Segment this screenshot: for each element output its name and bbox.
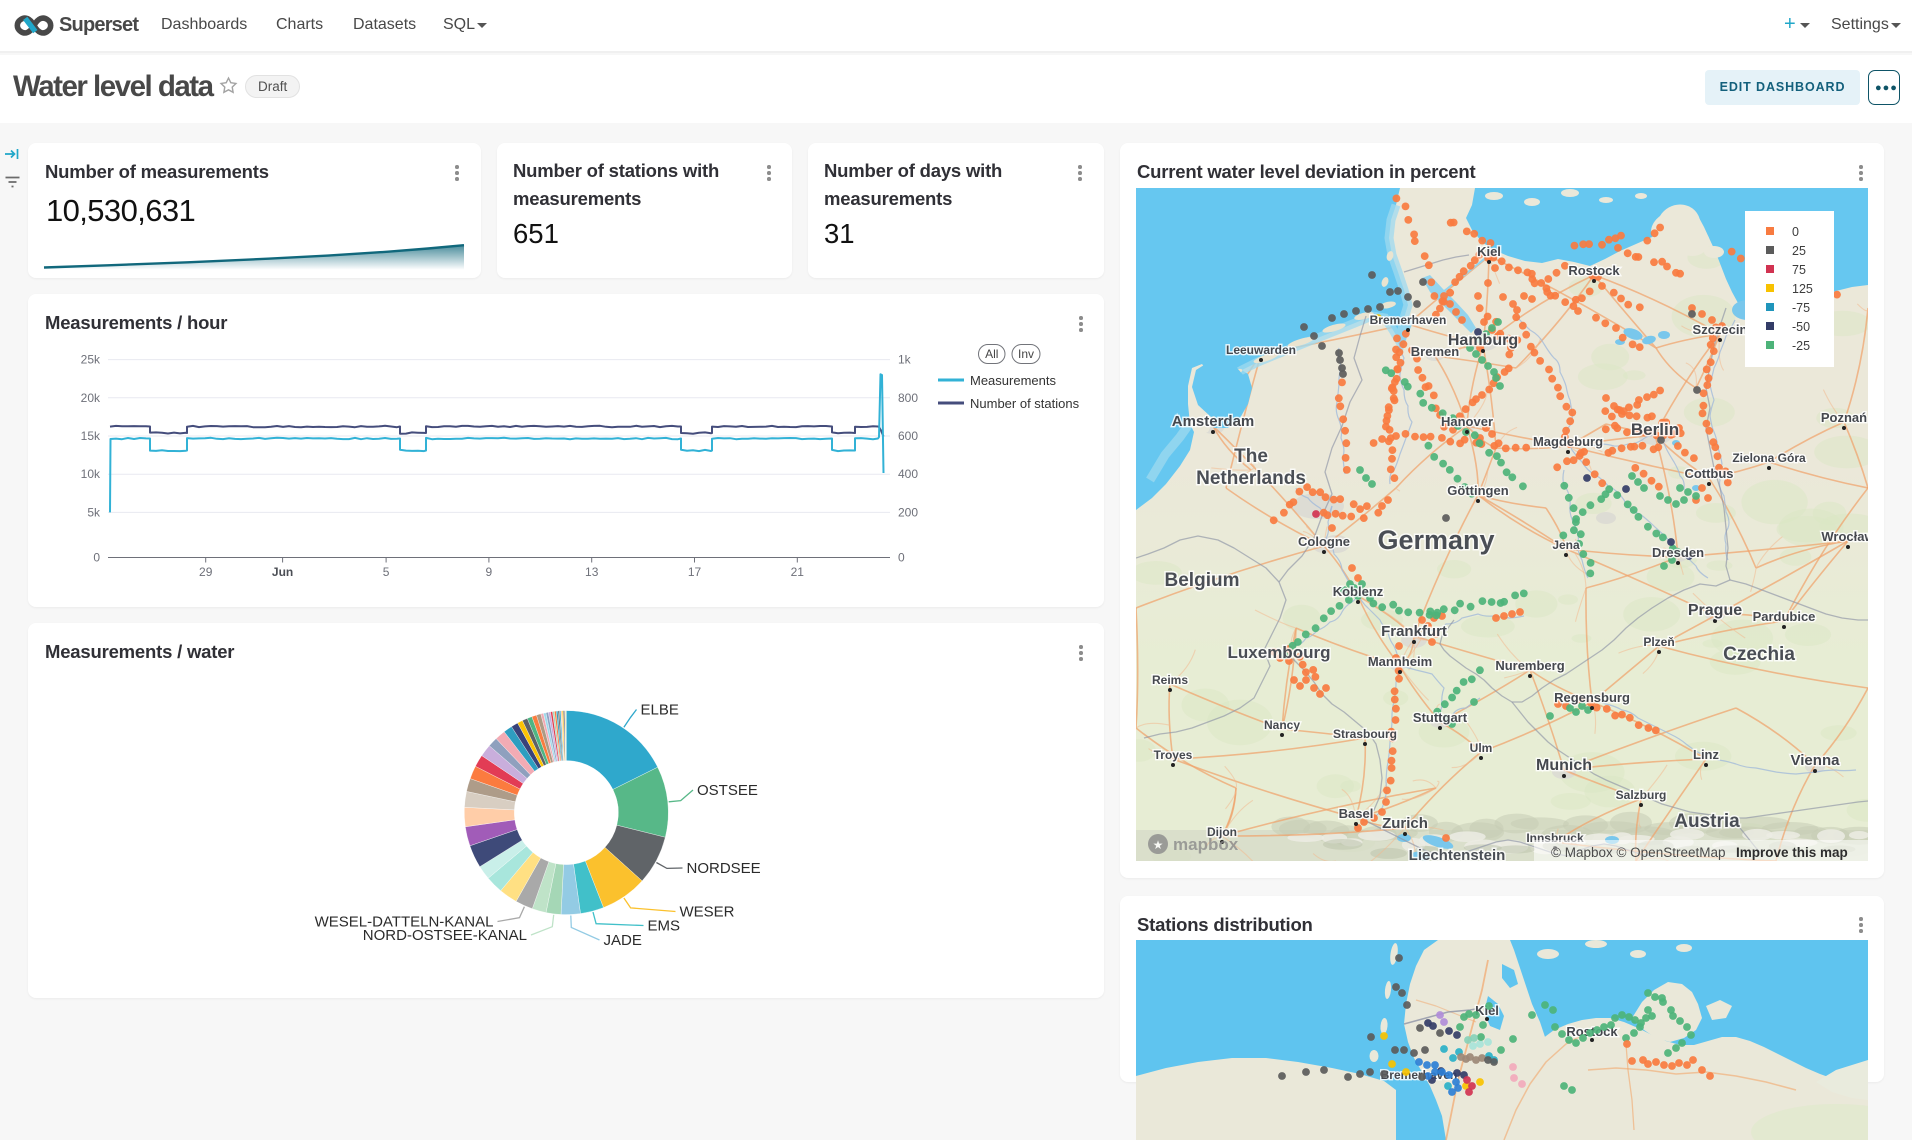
svg-text:Czechia: Czechia bbox=[1723, 644, 1795, 665]
svg-text:Dresden: Dresden bbox=[1652, 545, 1704, 560]
svg-text:0: 0 bbox=[1792, 225, 1799, 239]
svg-text:Berlin: Berlin bbox=[1631, 420, 1679, 439]
svg-text:EMS: EMS bbox=[648, 918, 681, 935]
svg-text:Ulm: Ulm bbox=[1470, 741, 1493, 755]
svg-text:Measurements: Measurements bbox=[970, 373, 1056, 388]
svg-text:Jena: Jena bbox=[1552, 538, 1580, 552]
svg-text:Improve this map: Improve this map bbox=[1736, 845, 1848, 860]
svg-text:Bremerhaven: Bremerhaven bbox=[1370, 313, 1447, 327]
svg-text:9: 9 bbox=[486, 565, 493, 579]
svg-text:-75: -75 bbox=[1792, 301, 1810, 315]
svg-text:21: 21 bbox=[791, 565, 805, 579]
svg-text:800: 800 bbox=[898, 391, 918, 405]
svg-text:Basel: Basel bbox=[1339, 806, 1374, 821]
svg-text:Poznań: Poznań bbox=[1821, 410, 1867, 425]
svg-text:Amsterdam: Amsterdam bbox=[1172, 413, 1255, 430]
svg-text:Belgium: Belgium bbox=[1165, 570, 1240, 591]
svg-text:0: 0 bbox=[898, 551, 905, 565]
svg-text:5k: 5k bbox=[87, 505, 101, 519]
svg-text:Nuremberg: Nuremberg bbox=[1495, 658, 1564, 673]
svg-text:NORDSEE: NORDSEE bbox=[687, 860, 761, 877]
svg-text:Koblenz: Koblenz bbox=[1333, 584, 1384, 599]
svg-text:The: The bbox=[1234, 446, 1268, 467]
svg-text:Liechtenstein: Liechtenstein bbox=[1409, 847, 1506, 861]
svg-text:★: ★ bbox=[1153, 838, 1164, 852]
svg-text:Mannheim: Mannheim bbox=[1368, 654, 1432, 669]
svg-text:Regensburg: Regensburg bbox=[1554, 690, 1630, 705]
svg-text:17: 17 bbox=[688, 565, 702, 579]
svg-text:Zielona Góra: Zielona Góra bbox=[1732, 451, 1806, 465]
svg-text:75: 75 bbox=[1792, 263, 1806, 277]
svg-text:Wrocław: Wrocław bbox=[1821, 529, 1868, 544]
svg-text:Rostock: Rostock bbox=[1568, 263, 1620, 278]
svg-text:Jun: Jun bbox=[272, 565, 293, 579]
svg-text:25: 25 bbox=[1792, 244, 1806, 258]
svg-text:Munich: Munich bbox=[1536, 757, 1592, 774]
svg-text:Pardubice: Pardubice bbox=[1753, 609, 1816, 624]
svg-text:13: 13 bbox=[585, 565, 599, 579]
svg-text:Bremen: Bremen bbox=[1411, 344, 1459, 359]
svg-text:WESER: WESER bbox=[680, 904, 735, 921]
svg-text:Vienna: Vienna bbox=[1791, 752, 1841, 769]
svg-text:400: 400 bbox=[898, 467, 918, 481]
svg-text:20k: 20k bbox=[81, 391, 101, 405]
svg-text:OSTSEE: OSTSEE bbox=[697, 782, 758, 799]
svg-text:Szczecin: Szczecin bbox=[1693, 322, 1748, 337]
svg-text:600: 600 bbox=[898, 429, 918, 443]
svg-text:0: 0 bbox=[93, 551, 100, 565]
svg-text:Kiel: Kiel bbox=[1477, 244, 1501, 259]
svg-text:-25: -25 bbox=[1792, 339, 1810, 353]
svg-text:Leeuwarden: Leeuwarden bbox=[1226, 343, 1296, 357]
svg-text:Göttingen: Göttingen bbox=[1447, 483, 1508, 498]
svg-text:Salzburg: Salzburg bbox=[1616, 788, 1667, 802]
svg-text:Cologne: Cologne bbox=[1298, 534, 1350, 549]
svg-text:Cottbus: Cottbus bbox=[1684, 466, 1733, 481]
svg-text:Frankfurt: Frankfurt bbox=[1381, 623, 1447, 640]
svg-text:© Mapbox © OpenStreetMap: © Mapbox © OpenStreetMap bbox=[1551, 845, 1725, 860]
svg-text:Nancy: Nancy bbox=[1264, 718, 1300, 732]
svg-text:Number of stations: Number of stations bbox=[970, 396, 1080, 411]
svg-text:Strasbourg: Strasbourg bbox=[1333, 727, 1397, 741]
svg-text:1k: 1k bbox=[898, 353, 912, 367]
svg-text:JADE: JADE bbox=[604, 932, 642, 949]
svg-text:WESEL-DATTELN-KANAL: WESEL-DATTELN-KANAL bbox=[315, 914, 494, 931]
svg-text:ELBE: ELBE bbox=[641, 702, 679, 719]
svg-text:Linz: Linz bbox=[1693, 747, 1719, 762]
svg-text:Inv: Inv bbox=[1018, 347, 1034, 361]
svg-text:200: 200 bbox=[898, 505, 918, 519]
svg-text:Luxembourg: Luxembourg bbox=[1228, 643, 1331, 662]
svg-text:Zurich: Zurich bbox=[1382, 815, 1428, 832]
svg-text:Reims: Reims bbox=[1152, 673, 1188, 687]
svg-text:125: 125 bbox=[1792, 282, 1813, 296]
svg-text:Hanover: Hanover bbox=[1441, 414, 1493, 429]
svg-text:Troyes: Troyes bbox=[1154, 748, 1193, 762]
svg-text:29: 29 bbox=[199, 565, 213, 579]
svg-text:Prague: Prague bbox=[1688, 602, 1742, 619]
svg-text:Stuttgart: Stuttgart bbox=[1413, 710, 1468, 725]
svg-text:10k: 10k bbox=[81, 467, 101, 481]
svg-text:15k: 15k bbox=[81, 429, 101, 443]
svg-text:Netherlands: Netherlands bbox=[1196, 468, 1306, 489]
svg-text:Austria: Austria bbox=[1674, 811, 1740, 832]
svg-text:Magdeburg: Magdeburg bbox=[1533, 434, 1603, 449]
svg-text:25k: 25k bbox=[81, 353, 101, 367]
svg-text:All: All bbox=[985, 347, 998, 361]
svg-text:Germany: Germany bbox=[1377, 525, 1494, 555]
svg-text:5: 5 bbox=[383, 565, 390, 579]
svg-text:mapbox: mapbox bbox=[1173, 835, 1239, 854]
svg-text:-50: -50 bbox=[1792, 320, 1810, 334]
svg-text:Plzeň: Plzeň bbox=[1643, 635, 1674, 649]
